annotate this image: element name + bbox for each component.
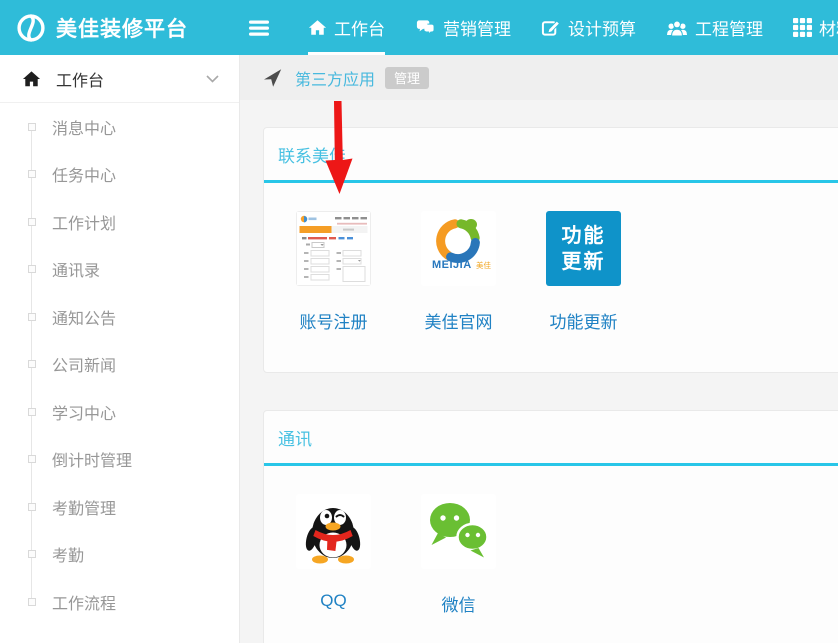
location-arrow-icon — [262, 68, 283, 88]
app-label: 美佳官网 — [421, 308, 496, 333]
sidebar-item-label: 学习中心 — [52, 400, 116, 424]
sidebar-item-announcements[interactable]: 通知公告 — [0, 293, 239, 341]
sidebar-item-attendance[interactable]: 考勤 — [0, 531, 239, 579]
sidebar-item-workflow[interactable]: 工作流程 — [0, 578, 239, 626]
tab-label: 工程管理 — [695, 15, 763, 40]
breadcrumb-badge[interactable]: 管理 — [385, 67, 429, 89]
sidebar-item-label: 工作流程 — [52, 590, 116, 614]
wechat-icon — [421, 494, 496, 569]
tab-materials[interactable]: 材料管理 — [793, 0, 838, 55]
breadcrumb: 第三方应用 管理 — [240, 55, 838, 100]
app-account-register[interactable]: 账号注册 — [296, 211, 371, 333]
tab-engineering[interactable]: 工程管理 — [666, 0, 763, 55]
swirl-logo-icon — [14, 11, 48, 45]
sidebar-item-message-center[interactable]: 消息中心 — [0, 103, 239, 151]
tile-text-line: 功能 — [562, 223, 606, 249]
grid-icon — [793, 18, 812, 37]
app-label: 微信 — [421, 591, 496, 616]
feature-update-tile: 功能 更新 — [546, 211, 621, 286]
sidebar-item-label: 考勤管理 — [52, 495, 116, 519]
tab-label: 工作台 — [334, 15, 385, 40]
sidebar-item-label: 通知公告 — [52, 305, 116, 329]
panel-title: 通讯 — [278, 425, 838, 450]
chevron-down-icon — [206, 75, 219, 83]
sidebar-header-label: 工作台 — [56, 67, 104, 91]
sidebar-item-learning-center[interactable]: 学习中心 — [0, 388, 239, 436]
hamburger-menu-icon[interactable] — [246, 16, 272, 40]
top-header-bar: 美佳装修平台 工作台 — [0, 0, 838, 55]
qq-icon — [296, 494, 371, 569]
meijia-logo: MEIJIA 美佳 — [421, 211, 496, 286]
sidebar-item-label: 通讯录 — [52, 257, 100, 281]
sidebar-item-label: 考勤 — [52, 542, 84, 566]
app-qq[interactable]: QQ — [296, 494, 371, 616]
sidebar-item-task-center[interactable]: 任务中心 — [0, 151, 239, 199]
sidebar-item-work-plan[interactable]: 工作计划 — [0, 198, 239, 246]
app-grid: 账号注册 MEIJIA 美佳 美佳官网 — [264, 183, 838, 333]
sidebar-item-label: 任务中心 — [52, 162, 116, 186]
app-feature-update[interactable]: 功能 更新 功能更新 — [546, 211, 621, 333]
register-page-thumbnail — [296, 211, 371, 286]
panel-communication: 通讯 — [263, 410, 838, 643]
home-icon — [308, 18, 327, 37]
meijia-logo-suffix: 美佳 — [476, 260, 491, 270]
sidebar-item-workbench[interactable]: 工作台 — [0, 55, 239, 103]
main-content: 联系美佳 — [240, 100, 838, 643]
sidebar: 工作台 消息中心 任务中心 工作计划 通讯录 通知公告 公司新闻 学习中心 倒计… — [0, 55, 240, 643]
tab-workbench[interactable]: 工作台 — [308, 0, 385, 55]
app-label: 功能更新 — [546, 308, 621, 333]
tab-marketing[interactable]: 营销管理 — [415, 0, 511, 55]
meijia-logo-text: MEIJIA — [432, 259, 472, 271]
tab-label: 设计预算 — [568, 15, 636, 40]
tab-label: 材料管理 — [819, 15, 838, 40]
panel-contact-meijia: 联系美佳 — [263, 127, 838, 373]
sidebar-item-contacts[interactable]: 通讯录 — [0, 246, 239, 294]
sidebar-item-label: 公司新闻 — [52, 352, 116, 376]
sidebar-menu: 消息中心 任务中心 工作计划 通讯录 通知公告 公司新闻 学习中心 倒计时管理 … — [0, 103, 239, 626]
brand-title: 美佳装修平台 — [56, 13, 188, 43]
app-wechat[interactable]: 微信 — [421, 494, 496, 616]
breadcrumb-title[interactable]: 第三方应用 — [295, 66, 375, 90]
top-navigation: 工作台 营销管理 设计预算 — [308, 0, 838, 55]
sidebar-item-label: 工作计划 — [52, 210, 116, 234]
sidebar-item-company-news[interactable]: 公司新闻 — [0, 341, 239, 389]
panel-title: 联系美佳 — [278, 142, 838, 167]
sidebar-item-label: 倒计时管理 — [52, 447, 132, 471]
sidebar-item-countdown-management[interactable]: 倒计时管理 — [0, 436, 239, 484]
tab-design-budget[interactable]: 设计预算 — [541, 0, 636, 55]
brand-logo[interactable]: 美佳装修平台 — [0, 11, 240, 45]
app-grid: QQ — [264, 466, 838, 616]
tab-label: 营销管理 — [443, 15, 511, 40]
users-icon — [666, 18, 688, 37]
tile-text-line: 更新 — [562, 249, 606, 275]
sidebar-item-attendance-management[interactable]: 考勤管理 — [0, 483, 239, 531]
home-icon — [22, 70, 41, 88]
app-meijia-website[interactable]: MEIJIA 美佳 美佳官网 — [421, 211, 496, 333]
app-label: QQ — [296, 591, 371, 611]
sidebar-item-label: 消息中心 — [52, 115, 116, 139]
app-label: 账号注册 — [296, 308, 371, 333]
meijia-platform-window: 美佳装修平台 工作台 — [0, 0, 838, 643]
comments-icon — [415, 18, 436, 37]
edit-icon — [541, 18, 561, 37]
